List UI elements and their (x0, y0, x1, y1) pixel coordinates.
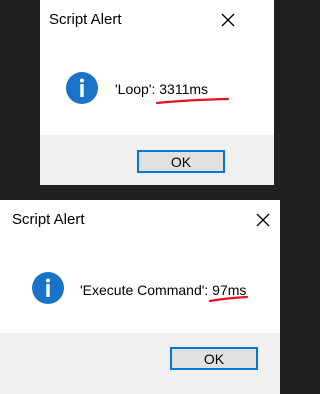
ok-button[interactable]: OK (137, 150, 225, 173)
annotation-underline (208, 292, 249, 310)
close-icon[interactable] (221, 13, 235, 27)
ok-button[interactable]: OK (170, 347, 258, 370)
info-icon (65, 71, 99, 105)
dialog-title: Script Alert (12, 211, 85, 228)
dialog-title: Script Alert (49, 11, 122, 28)
close-icon[interactable] (256, 213, 270, 227)
info-icon (31, 271, 65, 305)
annotation-underline (155, 94, 230, 112)
